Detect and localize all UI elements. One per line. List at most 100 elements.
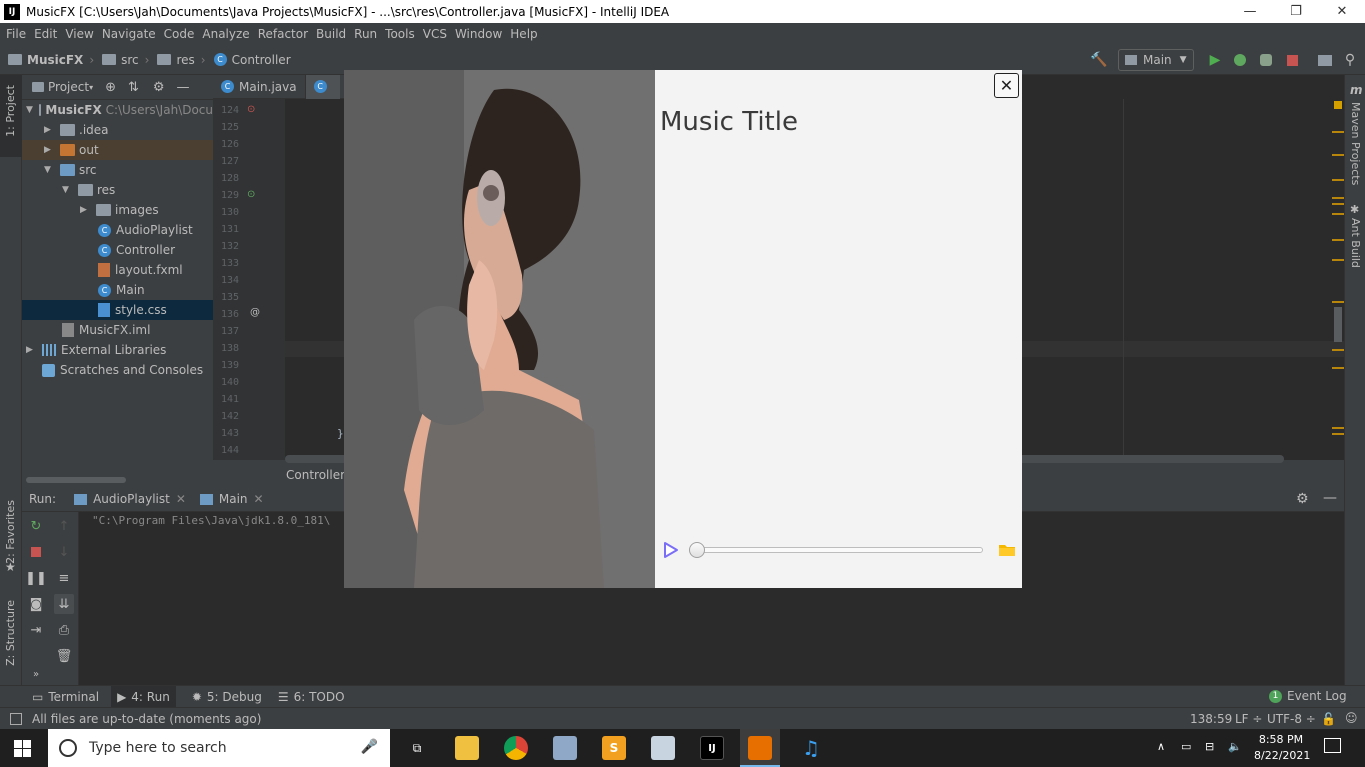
battery-icon[interactable]: ▭ [1181, 740, 1191, 753]
editor-breadcrumb[interactable]: Controller [286, 468, 345, 482]
volume-icon[interactable]: 🔈 [1228, 740, 1242, 753]
close-icon[interactable]: ✕ [176, 492, 186, 506]
chevron-up-icon[interactable]: ∧ [1157, 740, 1165, 753]
crumb-controller[interactable]: C Controller [213, 53, 291, 67]
hide-icon[interactable]: — [177, 80, 190, 95]
task-view-icon[interactable]: ⧉ [405, 736, 429, 760]
music-app-icon[interactable]: ♫ [799, 736, 823, 760]
intellij-taskbar-icon[interactable]: IJ [700, 736, 724, 760]
run-icon[interactable]: ▶ [1205, 49, 1225, 71]
structure-tool-tab[interactable]: Z: Structure [4, 600, 17, 666]
collapse-icon[interactable]: ⇅ [128, 80, 139, 95]
menu-vcs[interactable]: VCS [419, 27, 451, 41]
stop-icon[interactable] [1282, 49, 1302, 71]
tree-item-idea[interactable]: ▶ .idea [22, 120, 213, 140]
taskbar-search[interactable]: Type here to search 🎤 [48, 729, 390, 767]
more-icon[interactable]: » [26, 664, 46, 684]
tree-item-style-css[interactable]: style.css [22, 300, 213, 320]
tree-item-external-libraries[interactable]: ▶ External Libraries [22, 340, 213, 360]
soft-wrap-icon[interactable]: ≡ [54, 568, 74, 588]
close-window-button[interactable]: ✕ [1319, 0, 1365, 23]
exit-icon[interactable]: ⇥ [26, 620, 46, 640]
tree-item-controller[interactable]: C Controller [22, 240, 213, 260]
run-tool-button[interactable]: ▶ 4: Run [111, 686, 176, 707]
open-file-button[interactable] [998, 543, 1016, 557]
maven-projects-tab[interactable]: Maven Projects [1349, 102, 1362, 185]
crumb-res[interactable]: res › [157, 53, 206, 67]
line-separator[interactable]: LF ÷ [1235, 712, 1262, 726]
minimize-button[interactable]: — [1227, 0, 1273, 23]
code-area-right[interactable] [1022, 99, 1344, 460]
crumb-musicfx[interactable]: MusicFX › [8, 53, 94, 67]
inspector-icon[interactable]: ☺ [1345, 711, 1358, 725]
maximize-button[interactable]: ❐ [1273, 0, 1319, 23]
file-encoding[interactable]: UTF-8 ÷ [1267, 712, 1316, 726]
tree-item-layout-fxml[interactable]: layout.fxml [22, 260, 213, 280]
project-scrollbar[interactable] [26, 477, 126, 483]
tree-item-main[interactable]: C Main [22, 280, 213, 300]
photo-viewer-icon[interactable] [553, 736, 577, 760]
terminal-tool-button[interactable]: ▭ Terminal [32, 690, 99, 704]
network-icon[interactable]: ⊟ [1205, 740, 1214, 753]
menu-view[interactable]: View [61, 27, 97, 41]
menu-build[interactable]: Build [312, 27, 350, 41]
locate-icon[interactable]: ⊕ [105, 80, 116, 95]
menu-run[interactable]: Run [350, 27, 381, 41]
windows-start-icon[interactable] [14, 740, 31, 757]
todo-tool-button[interactable]: ☰ 6: TODO [278, 690, 345, 704]
chevron-down-icon[interactable]: ▾ [89, 83, 93, 92]
tab-main-java[interactable]: C Main.java [213, 74, 306, 99]
menu-navigate[interactable]: Navigate [98, 27, 160, 41]
taskbar-clock[interactable]: 8:58 PM 8/22/2021 [1254, 732, 1310, 764]
menu-refactor[interactable]: Refactor [254, 27, 312, 41]
close-icon[interactable]: ✕ [254, 492, 264, 506]
menu-window[interactable]: Window [451, 27, 506, 41]
crumb-src[interactable]: src › [102, 53, 149, 67]
sublime-text-icon[interactable]: S [602, 736, 626, 760]
menu-edit[interactable]: Edit [30, 27, 61, 41]
tab-controller-java[interactable]: C [305, 74, 340, 99]
player-close-button[interactable]: ✕ [994, 73, 1019, 98]
tree-item-images[interactable]: ▶ images [22, 200, 213, 220]
microphone-icon[interactable]: 🎤 [361, 739, 378, 755]
menu-code[interactable]: Code [160, 27, 199, 41]
favorites-tool-tab[interactable]: 2: Favorites [4, 500, 17, 564]
gear-icon[interactable]: ⚙ [1296, 491, 1309, 507]
hide-icon[interactable]: — [1323, 490, 1337, 506]
menu-tools[interactable]: Tools [381, 27, 419, 41]
tree-item-out[interactable]: ▶ out [22, 140, 213, 160]
run-tab-main[interactable]: Main ✕ [199, 492, 264, 506]
run-config-select[interactable]: Main ▼ [1118, 49, 1194, 71]
control-panel-icon[interactable] [651, 736, 675, 760]
menu-analyze[interactable]: Analyze [198, 27, 253, 41]
tree-item-src[interactable]: ▼ src [22, 160, 213, 180]
play-button[interactable] [662, 540, 680, 560]
debug-tool-button[interactable]: ✹ 5: Debug [192, 690, 262, 704]
code-area-left[interactable]: } [285, 99, 344, 460]
event-log-button[interactable]: 1 Event Log [1269, 689, 1347, 703]
tree-item-musicfx-iml[interactable]: MusicFX.iml [22, 320, 213, 340]
chrome-icon[interactable] [504, 736, 528, 760]
tree-item-musicfx[interactable]: ▼ MusicFX C:\Users\Jah\Docu [22, 100, 213, 120]
print-icon[interactable]: ⎙ [54, 620, 74, 640]
menu-help[interactable]: Help [506, 27, 541, 41]
run-tab-audioplaylist[interactable]: AudioPlaylist ✕ [74, 492, 186, 506]
debug-icon[interactable] [1230, 49, 1250, 71]
caret-position[interactable]: 138:59 [1190, 712, 1232, 726]
scroll-to-end-icon[interactable]: ⇊ [54, 594, 74, 614]
java-app-active-slot[interactable] [740, 729, 780, 767]
ant-build-tab[interactable]: Ant Build [1349, 218, 1362, 268]
pause-icon[interactable]: ❚❚ [25, 568, 47, 588]
tree-item-scratches[interactable]: Scratches and Consoles [22, 360, 213, 380]
down-icon[interactable]: ↓ [54, 542, 74, 562]
project-structure-icon[interactable] [1315, 49, 1335, 71]
stop-icon[interactable] [26, 542, 46, 562]
trash-icon[interactable]: 🗑 [54, 646, 74, 666]
project-tool-tab[interactable]: 1: Project [4, 85, 17, 137]
seek-slider-track[interactable] [697, 547, 983, 553]
up-icon[interactable]: ↑ [54, 516, 74, 536]
implement-marker-icon[interactable]: ⊙ [247, 189, 255, 200]
toggle-tool-windows-icon[interactable] [10, 712, 22, 725]
gear-icon[interactable]: ⚙ [153, 80, 165, 95]
error-stripe[interactable] [1332, 99, 1344, 460]
